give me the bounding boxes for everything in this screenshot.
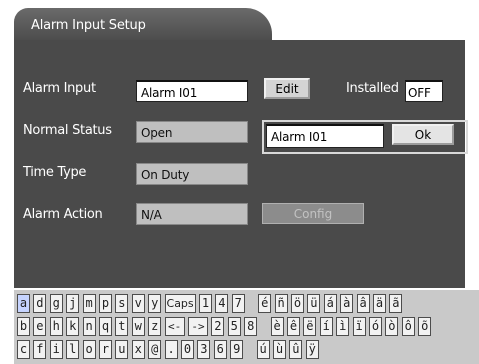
keyboard-key[interactable]: õ	[418, 317, 432, 336]
keyboard-key[interactable]: d	[33, 294, 47, 313]
keyboard-key[interactable]: 9	[230, 340, 244, 359]
keyboard-key[interactable]: ï	[352, 317, 366, 336]
time-type-field[interactable]: On Duty	[136, 163, 248, 185]
keyboard-key[interactable]: j	[66, 294, 80, 313]
popup-name-input[interactable]: Alarm I01	[266, 124, 384, 148]
keyboard-key[interactable]: w	[131, 317, 145, 336]
window-title: Alarm Input Setup	[31, 18, 146, 33]
keyboard-key[interactable]: 7	[231, 294, 245, 313]
on-screen-keyboard: a d g j m p s v y Caps 1 4 7 é ñ ö ü á à â ä ã b e h k n q t w z <- -> 2…	[14, 290, 479, 364]
keyboard-key[interactable]: e	[33, 317, 47, 336]
keyboard-key[interactable]: í	[319, 317, 333, 336]
keyboard-key[interactable]: ã	[389, 294, 403, 313]
keyboard-key[interactable]: ä	[373, 294, 386, 313]
keyboard-key[interactable]: .	[164, 340, 178, 359]
keyboard-key[interactable]: ë	[303, 317, 317, 336]
keyboard-key[interactable]: u	[115, 340, 129, 359]
keyboard-key[interactable]: @	[148, 340, 162, 359]
keyboard-key[interactable]: 3	[197, 340, 211, 359]
keyboard-row-2: b e h k n q t w z <- -> 2 5 8 è ê ë í ì ï ó ò ô õ	[17, 317, 479, 337]
keyboard-key[interactable]: ì	[336, 317, 350, 336]
keyboard-key[interactable]: 4	[215, 294, 229, 313]
alarm-input-field[interactable]: Alarm I01	[136, 80, 248, 102]
keyboard-key[interactable]: ÿ	[305, 340, 319, 359]
keyboard-key[interactable]: è	[270, 317, 284, 336]
keyboard-key[interactable]: 1	[199, 294, 212, 313]
keyboard-key[interactable]: r	[99, 340, 112, 359]
keyboard-row-3: c f i l o r u x @. 0 3 6 9 ú ù û ÿ	[17, 340, 479, 360]
keyboard-key[interactable]: û	[289, 340, 303, 359]
keyboard-key[interactable]: m	[82, 294, 96, 313]
keyboard-key[interactable]: ö	[291, 294, 304, 313]
keyboard-key[interactable]: ô	[401, 317, 415, 336]
keyboard-key[interactable]: Caps	[164, 294, 196, 313]
keyboard-key[interactable]: ê	[287, 317, 300, 336]
keyboard-row-1: a d g j m p s v y Caps 1 4 7 é ñ ö ü á à â ä ã	[17, 294, 479, 314]
keyboard-key[interactable]: 0	[181, 340, 194, 359]
alarm-input-label: Alarm Input	[23, 81, 96, 96]
keyboard-key[interactable]: é	[258, 294, 272, 313]
keyboard-key[interactable]: p	[99, 294, 112, 313]
time-type-label: Time Type	[23, 165, 87, 180]
edit-button[interactable]: Edit	[264, 78, 310, 99]
keyboard-key[interactable]: <-	[164, 317, 185, 336]
keyboard-key[interactable]: ü	[307, 294, 321, 313]
keyboard-key[interactable]: x	[131, 340, 145, 359]
normal-status-field[interactable]: Open	[136, 121, 248, 143]
keyboard-key[interactable]: ó	[369, 317, 382, 336]
installed-field[interactable]: OFF	[405, 80, 443, 102]
keyboard-key[interactable]: n	[82, 317, 96, 336]
keyboard-key[interactable]: 2	[211, 317, 225, 336]
keyboard-key[interactable]: f	[33, 340, 47, 359]
keyboard-key[interactable]: k	[66, 317, 80, 336]
alarm-action-field[interactable]: N/A	[136, 203, 248, 225]
keyboard-key[interactable]: á	[323, 294, 337, 313]
keyboard-key[interactable]: b	[17, 317, 30, 336]
keyboard-key[interactable]: t	[115, 317, 129, 336]
keyboard-key[interactable]: v	[131, 294, 145, 313]
keyboard-key[interactable]: â	[356, 294, 370, 313]
config-button[interactable]: Config	[262, 203, 364, 224]
installed-label: Installed	[346, 81, 399, 96]
keyboard-key[interactable]: o	[82, 340, 96, 359]
ok-button[interactable]: Ok	[392, 124, 454, 145]
keyboard-key[interactable]: ù	[273, 340, 286, 359]
keyboard-key[interactable]: y	[148, 294, 162, 313]
keyboard-key[interactable]: z	[148, 317, 162, 336]
keyboard-key[interactable]: s	[115, 294, 129, 313]
alarm-action-label: Alarm Action	[23, 207, 103, 222]
keyboard-key[interactable]: a	[17, 294, 30, 313]
window-title-tab: Alarm Input Setup	[14, 8, 272, 42]
keyboard-key[interactable]: q	[99, 317, 112, 336]
keyboard-key[interactable]: ->	[188, 317, 208, 336]
keyboard-key[interactable]: g	[49, 294, 63, 313]
keyboard-key[interactable]: 8	[244, 317, 258, 336]
keyboard-key[interactable]: à	[340, 294, 354, 313]
keyboard-key[interactable]: ñ	[274, 294, 288, 313]
keyboard-key[interactable]: i	[49, 340, 63, 359]
keyboard-key[interactable]: ú	[256, 340, 270, 359]
keyboard-key[interactable]: l	[66, 340, 80, 359]
keyboard-key[interactable]: c	[17, 340, 30, 359]
keyboard-key[interactable]: 5	[227, 317, 241, 336]
keyboard-key[interactable]: h	[49, 317, 63, 336]
normal-status-label: Normal Status	[23, 123, 112, 138]
keyboard-key[interactable]: 6	[213, 340, 227, 359]
keyboard-key[interactable]: ò	[385, 317, 399, 336]
